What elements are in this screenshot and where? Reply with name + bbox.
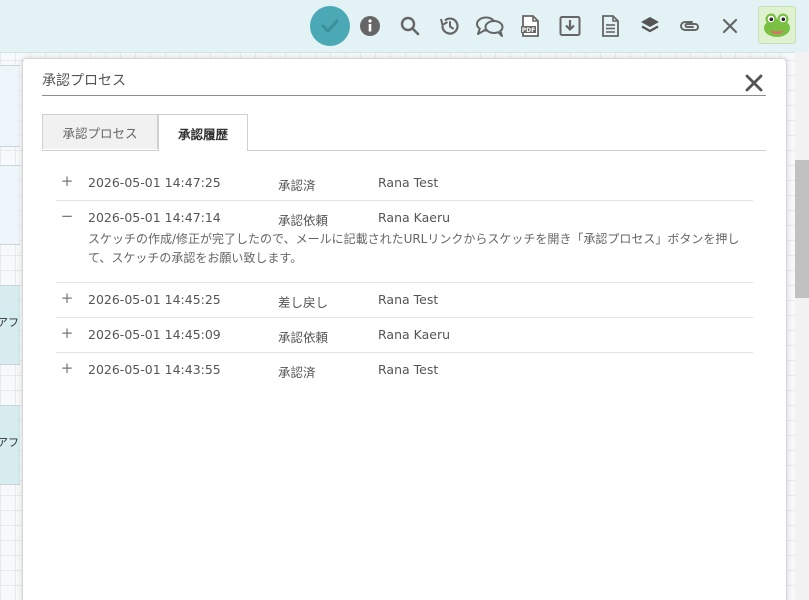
history-user: Rana Test	[378, 175, 439, 190]
expand-toggle-icon[interactable]: +	[60, 359, 74, 377]
expand-toggle-icon[interactable]: +	[60, 324, 74, 342]
background-card-label: アフ	[0, 316, 19, 329]
history-user: Rana Kaeru	[378, 210, 451, 225]
history-status: 承認依頼	[278, 330, 329, 345]
history-row: + 2026-05-01 14:43:55 承認済 Rana Test	[56, 353, 753, 387]
tab-approval-process[interactable]: 承認プロセス	[42, 114, 158, 149]
history-user: Rana Kaeru	[378, 327, 451, 342]
background-card: アフ	[0, 285, 20, 365]
dialog-close-icon[interactable]	[743, 72, 765, 94]
history-row: + 2026-05-01 14:45:09 承認依頼 Rana Kaeru	[56, 318, 753, 353]
search-icon[interactable]	[390, 6, 430, 46]
background-card	[0, 165, 20, 245]
history-row: − 2026-05-01 14:47:14 承認依頼 Rana Kaeru スケ…	[56, 201, 753, 283]
dialog-tabs: 承認プロセス 承認履歴	[42, 114, 766, 151]
history-datetime: 2026-05-01 14:45:25	[88, 292, 221, 307]
background-card-label: アフ	[0, 436, 19, 449]
comments-icon[interactable]	[470, 6, 510, 46]
history-status: 承認済	[278, 178, 316, 193]
approval-dialog: 承認プロセス 承認プロセス 承認履歴 + 2026-05-01 14:47:25…	[22, 58, 787, 600]
download-icon[interactable]	[550, 6, 590, 46]
info-icon[interactable]	[350, 6, 390, 46]
pdf-icon[interactable]: PDF	[510, 6, 550, 46]
collapse-toggle-icon[interactable]: −	[60, 207, 74, 225]
svg-text:PDF: PDF	[522, 27, 535, 34]
history-status: 承認依頼	[278, 213, 329, 228]
history-row: + 2026-05-01 14:45:25 差し戻し Rana Test	[56, 283, 753, 318]
paperclip-icon[interactable]	[670, 6, 710, 46]
dialog-title: 承認プロセス	[42, 71, 766, 96]
scrollbar-track[interactable]	[795, 52, 809, 600]
history-user: Rana Test	[378, 362, 439, 377]
history-user: Rana Test	[378, 292, 439, 307]
approve-check-icon[interactable]	[310, 6, 350, 46]
close-icon[interactable]	[710, 6, 750, 46]
history-datetime: 2026-05-01 14:45:09	[88, 327, 221, 342]
scrollbar-thumb[interactable]	[795, 160, 809, 298]
background-card	[0, 65, 20, 147]
history-status: 承認済	[278, 365, 316, 380]
history-datetime: 2026-05-01 14:47:25	[88, 175, 221, 190]
frog-avatar-icon[interactable]	[758, 6, 796, 44]
tab-approval-history[interactable]: 承認履歴	[158, 114, 248, 151]
history-comment: スケッチの作成/修正が完了したので、メールに記載されたURLリンクからスケッチを…	[88, 232, 740, 265]
history-datetime: 2026-05-01 14:47:14	[88, 210, 221, 225]
history-icon[interactable]	[430, 6, 470, 46]
history-datetime: 2026-05-01 14:43:55	[88, 362, 221, 377]
document-icon[interactable]	[590, 6, 630, 46]
top-toolbar: PDF	[0, 0, 809, 53]
layers-icon[interactable]	[630, 6, 670, 46]
history-row: + 2026-05-01 14:47:25 承認済 Rana Test	[56, 166, 753, 201]
approval-history-list: + 2026-05-01 14:47:25 承認済 Rana Test − 20…	[56, 166, 753, 387]
expand-toggle-icon[interactable]: +	[60, 172, 74, 190]
expand-toggle-icon[interactable]: +	[60, 289, 74, 307]
background-card: アフ	[0, 405, 20, 485]
history-status: 差し戻し	[278, 295, 329, 310]
